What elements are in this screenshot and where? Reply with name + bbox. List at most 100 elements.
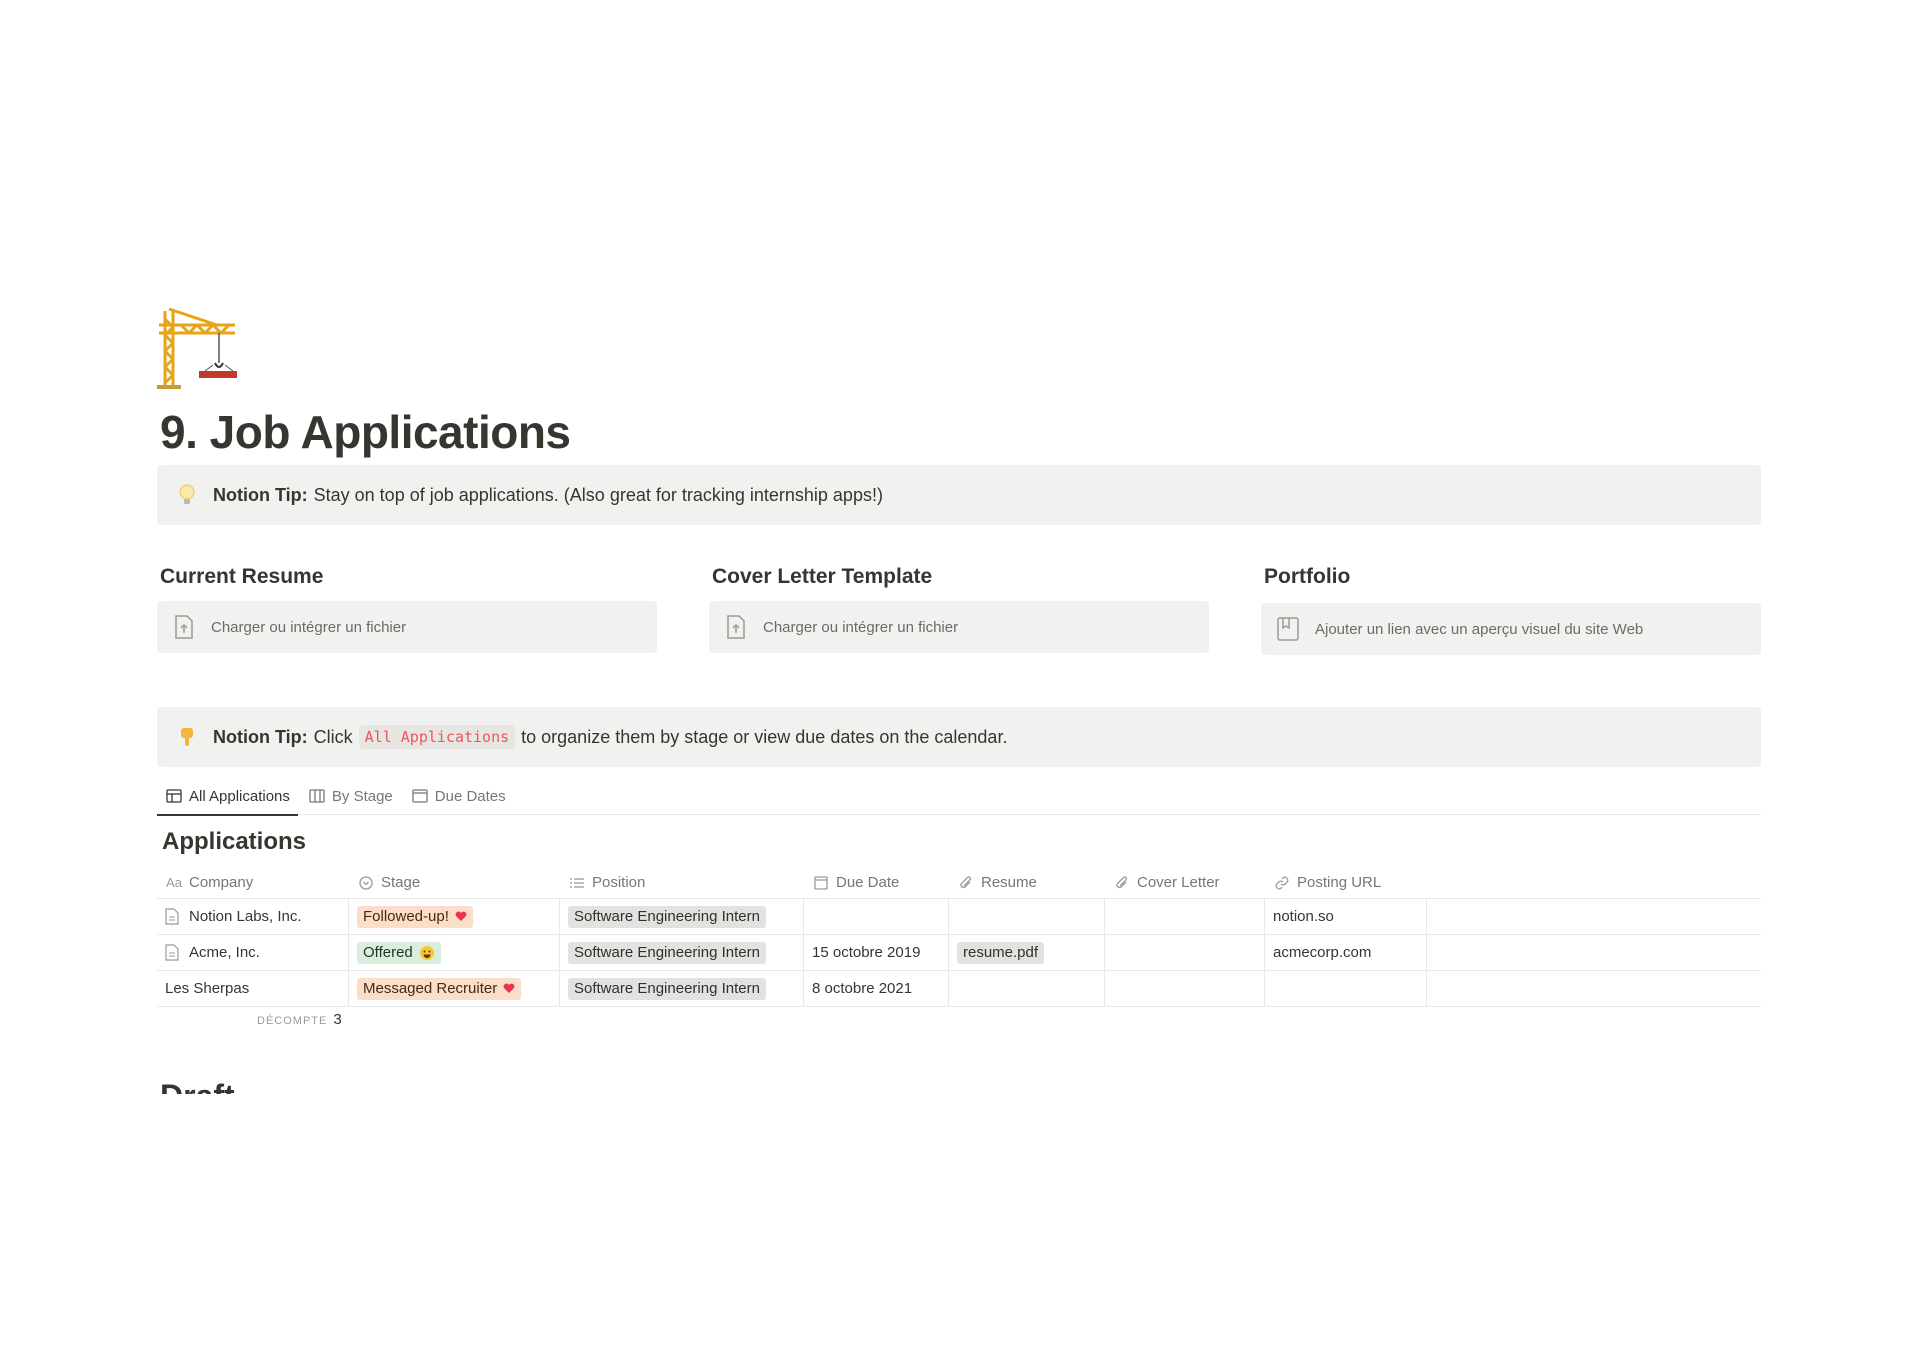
- column-label: Cover Letter: [1137, 874, 1220, 891]
- select-icon: [357, 874, 375, 892]
- row-filler: [1427, 971, 1761, 1006]
- cell-stage[interactable]: Followed-up!: [349, 899, 560, 934]
- stage-label: Followed-up!: [363, 908, 449, 925]
- cell-cover-letter[interactable]: [1105, 935, 1265, 970]
- callout-post: to organize them by stage or view due da…: [521, 726, 1008, 747]
- cell-due-date[interactable]: 15 octobre 2019: [804, 935, 949, 970]
- cell-position[interactable]: Software Engineering Intern: [560, 899, 804, 934]
- bookmark-icon: [1275, 616, 1301, 642]
- count-value: 3: [333, 1011, 342, 1028]
- cell-resume[interactable]: [949, 971, 1105, 1006]
- callout-pre: Click: [313, 726, 353, 747]
- header-filler: [1427, 867, 1761, 898]
- resume-file-chip[interactable]: resume.pdf: [957, 941, 1045, 964]
- board-icon: [308, 787, 326, 805]
- column-header-position[interactable]: Position: [560, 867, 804, 898]
- table-row[interactable]: Acme, Inc. Offered Software Engineering …: [157, 935, 1761, 971]
- table-header-row: Aa Company Stage Position Due Date Resum…: [157, 867, 1761, 899]
- portfolio-heading: Portfolio: [1264, 565, 1351, 588]
- list-icon: [568, 874, 586, 892]
- cell-cover-letter[interactable]: [1105, 971, 1265, 1006]
- cell-stage[interactable]: Offered: [349, 935, 560, 970]
- row-count[interactable]: DÉCOMPTE 3: [257, 1011, 342, 1028]
- file-upload-icon: [723, 614, 749, 640]
- smile-icon: [419, 945, 435, 961]
- cell-posting-url[interactable]: acmecorp.com: [1265, 935, 1427, 970]
- cell-due-date[interactable]: [804, 899, 949, 934]
- cell-company[interactable]: Notion Labs, Inc.: [157, 899, 349, 934]
- cell-stage[interactable]: Messaged Recruiter: [349, 971, 560, 1006]
- document-icon: [165, 943, 181, 962]
- tab-due-dates[interactable]: Due Dates: [403, 777, 514, 815]
- cover-letter-upload[interactable]: Charger ou intégrer un fichier: [709, 601, 1209, 653]
- column-label: Stage: [381, 874, 421, 891]
- company-name: Notion Labs, Inc.: [189, 908, 302, 925]
- column-label: Company: [189, 874, 254, 891]
- upload-placeholder: Charger ou intégrer un fichier: [763, 618, 959, 636]
- position-tag: Software Engineering Intern: [568, 941, 766, 964]
- cell-resume[interactable]: resume.pdf: [949, 935, 1105, 970]
- cell-posting-url[interactable]: [1265, 971, 1427, 1006]
- cell-company[interactable]: Les Sherpas: [157, 971, 349, 1006]
- company-name: Acme, Inc.: [189, 944, 260, 961]
- column-cover-letter: Cover Letter Template Charger ou intégre…: [709, 565, 1209, 653]
- next-section-heading: Draft: [160, 1080, 360, 1094]
- cell-resume[interactable]: [949, 899, 1105, 934]
- count-label: DÉCOMPTE: [257, 1015, 328, 1027]
- cell-position[interactable]: Software Engineering Intern: [560, 971, 804, 1006]
- page-title: 9. Job Applications: [160, 406, 571, 458]
- stage-label: Messaged Recruiter: [363, 980, 498, 997]
- column-header-due-date[interactable]: Due Date: [804, 867, 949, 898]
- calendar-icon: [411, 787, 429, 805]
- heart-icon: [455, 911, 467, 922]
- row-filler: [1427, 935, 1761, 970]
- position-tag: Software Engineering Intern: [568, 905, 766, 928]
- construction-crane-icon[interactable]: [157, 305, 239, 391]
- current-resume-heading: Current Resume: [160, 565, 324, 588]
- table-row[interactable]: Les Sherpas Messaged Recruiter Software …: [157, 971, 1761, 1007]
- cell-due-date[interactable]: 8 octobre 2021: [804, 971, 949, 1006]
- column-header-company[interactable]: Aa Company: [157, 867, 349, 898]
- upload-placeholder: Charger ou intégrer un fichier: [211, 618, 407, 636]
- light-bulb-icon: [175, 483, 199, 507]
- cell-posting-url[interactable]: notion.so: [1265, 899, 1427, 934]
- bookmark-placeholder: Ajouter un lien avec un aperçu visuel du…: [1315, 620, 1644, 638]
- tab-label: Due Dates: [434, 787, 506, 805]
- column-current-resume: Current Resume Charger ou intégrer un fi…: [157, 565, 657, 653]
- database-title[interactable]: Applications: [162, 828, 306, 856]
- heart-icon: [503, 983, 515, 994]
- column-header-stage[interactable]: Stage: [349, 867, 560, 898]
- portfolio-bookmark[interactable]: Ajouter un lien avec un aperçu visuel du…: [1261, 603, 1761, 655]
- file-upload-icon: [171, 614, 197, 640]
- table-row[interactable]: Notion Labs, Inc. Followed-up! Software …: [157, 899, 1761, 935]
- paperclip-icon: [1113, 874, 1131, 892]
- cover-letter-heading: Cover Letter Template: [712, 565, 933, 588]
- text-property-icon: Aa: [166, 875, 182, 890]
- column-header-cover-letter[interactable]: Cover Letter: [1105, 867, 1265, 898]
- callout-bold: Notion Tip:: [213, 726, 308, 747]
- cell-company[interactable]: Acme, Inc.: [157, 935, 349, 970]
- stage-tag: Followed-up!: [357, 905, 473, 928]
- callout-bold: Notion Tip:: [213, 484, 308, 505]
- page: 9. Job Applications Notion Tip: Stay on …: [0, 0, 1920, 1357]
- stage-label: Offered: [363, 944, 413, 961]
- column-header-posting-url[interactable]: Posting URL: [1265, 867, 1427, 898]
- cell-position[interactable]: Software Engineering Intern: [560, 935, 804, 970]
- tab-label: All Applications: [189, 787, 290, 805]
- next-heading-text: Draft: [160, 1080, 360, 1094]
- column-label: Due Date: [836, 874, 900, 891]
- column-header-resume[interactable]: Resume: [949, 867, 1105, 898]
- inline-code: All Applications: [358, 725, 516, 749]
- notion-tip-callout: Notion Tip: Stay on top of job applicati…: [157, 465, 1761, 525]
- column-portfolio: Portfolio Ajouter un lien avec un aperçu…: [1261, 565, 1761, 655]
- company-name: Les Sherpas: [165, 980, 250, 997]
- cell-cover-letter[interactable]: [1105, 899, 1265, 934]
- column-label: Position: [592, 874, 646, 891]
- tab-by-stage[interactable]: By Stage: [300, 777, 401, 815]
- column-label: Resume: [981, 874, 1037, 891]
- tab-all-applications[interactable]: All Applications: [157, 777, 298, 816]
- row-filler: [1427, 899, 1761, 934]
- link-icon: [1273, 874, 1291, 892]
- current-resume-upload[interactable]: Charger ou intégrer un fichier: [157, 601, 657, 653]
- view-tabs: All Applications By Stage Due Dates: [157, 777, 1761, 816]
